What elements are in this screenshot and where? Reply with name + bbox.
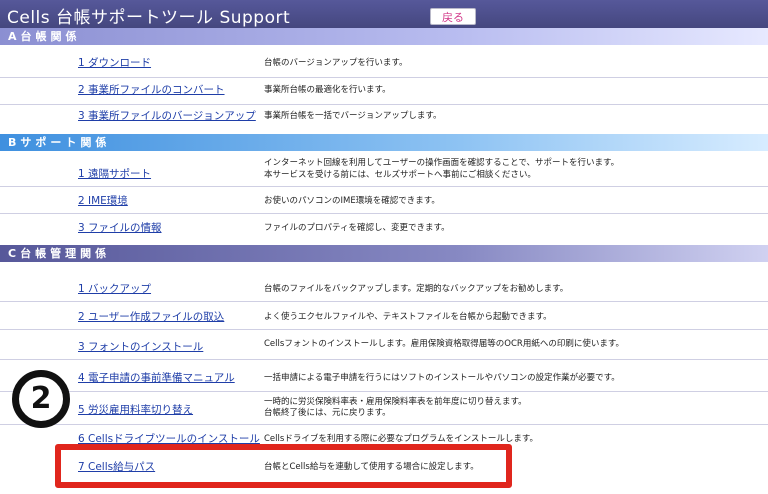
- link-file-info[interactable]: 3 ファイルの情報: [78, 220, 162, 235]
- back-button[interactable]: 戻る: [430, 8, 476, 25]
- row-divider: [0, 391, 768, 392]
- row-divider: [0, 104, 768, 105]
- desc-file-info: ファイルのプロパティを確認し、変更できます。: [264, 223, 450, 233]
- row-divider: [0, 186, 768, 187]
- desc-convert-office-file: 事業所台帳の最適化を行います。: [264, 85, 391, 95]
- row-divider: [0, 213, 768, 214]
- link-rate-switch[interactable]: 5 労災雇用料率切り替え: [78, 402, 193, 417]
- desc-backup: 台帳のファイルをバックアップします。定期的なバックアップをお勧めします。: [264, 284, 569, 294]
- desc-remote-support-line2: 本サービスを受ける前には、セルズサポートへ事前にご相談ください。: [264, 170, 536, 180]
- link-install-font[interactable]: 3 フォントのインストール: [78, 339, 203, 354]
- desc-ime-environment: お使いのパソコンのIME環境を確認できます。: [264, 196, 440, 206]
- desc-install-font: Cellsフォントのインストールします。雇用保険資格取得届等のOCR用紙への印刷…: [264, 339, 624, 349]
- desc-remote-support-line1: インターネット回線を利用してユーザーの操作画面を確認することで、サポートを行いま…: [264, 158, 620, 168]
- desc-e-application-manual: 一括申請による電子申請を行うにはソフトのインストールやパソコンの設定作業が必要で…: [264, 373, 620, 383]
- desc-upgrade-office-file: 事業所台帳を一括でバージョンアップします。: [264, 111, 442, 121]
- row-divider: [0, 329, 768, 330]
- link-remote-support[interactable]: 1 遠隔サポート: [78, 166, 151, 181]
- title-bar: Cells 台帳サポートツール Support 戻る: [0, 0, 768, 28]
- desc-rate-switch-line1: 一時的に労災保険料率表・雇用保険料率表を前年度に切り替えます。: [264, 397, 527, 407]
- section-header-a: A台帳関係: [0, 28, 768, 45]
- row-divider: [0, 301, 768, 302]
- link-e-application-manual[interactable]: 4 電子申請の事前準備マニュアル: [78, 370, 235, 385]
- link-convert-office-file[interactable]: 2 事業所ファイルのコンバート: [78, 82, 225, 97]
- section-header-b: Bサポート関係: [0, 134, 768, 151]
- desc-rate-switch-line2: 台帳終了後には、元に戻ります。: [264, 408, 391, 418]
- row-divider: [0, 424, 768, 425]
- link-upgrade-office-file[interactable]: 3 事業所ファイルのバージョンアップ: [78, 108, 256, 123]
- row-divider: [0, 77, 768, 78]
- link-ime-environment[interactable]: 2 IME環境: [78, 193, 128, 208]
- desc-download: 台帳のバージョンアップを行います。: [264, 58, 408, 68]
- desc-import-user-file: よく使うエクセルファイルや、テキストファイルを台帳から起動できます。: [264, 312, 552, 322]
- highlight-box: [55, 444, 512, 488]
- link-backup[interactable]: 1 バックアップ: [78, 281, 151, 296]
- page-title: Cells 台帳サポートツール Support: [7, 8, 291, 28]
- step-number-badge: 2: [12, 370, 70, 428]
- section-header-c: C台帳管理関係: [0, 245, 768, 262]
- link-import-user-file[interactable]: 2 ユーザー作成ファイルの取込: [78, 309, 224, 324]
- link-download[interactable]: 1 ダウンロード: [78, 55, 151, 70]
- row-divider: [0, 359, 768, 360]
